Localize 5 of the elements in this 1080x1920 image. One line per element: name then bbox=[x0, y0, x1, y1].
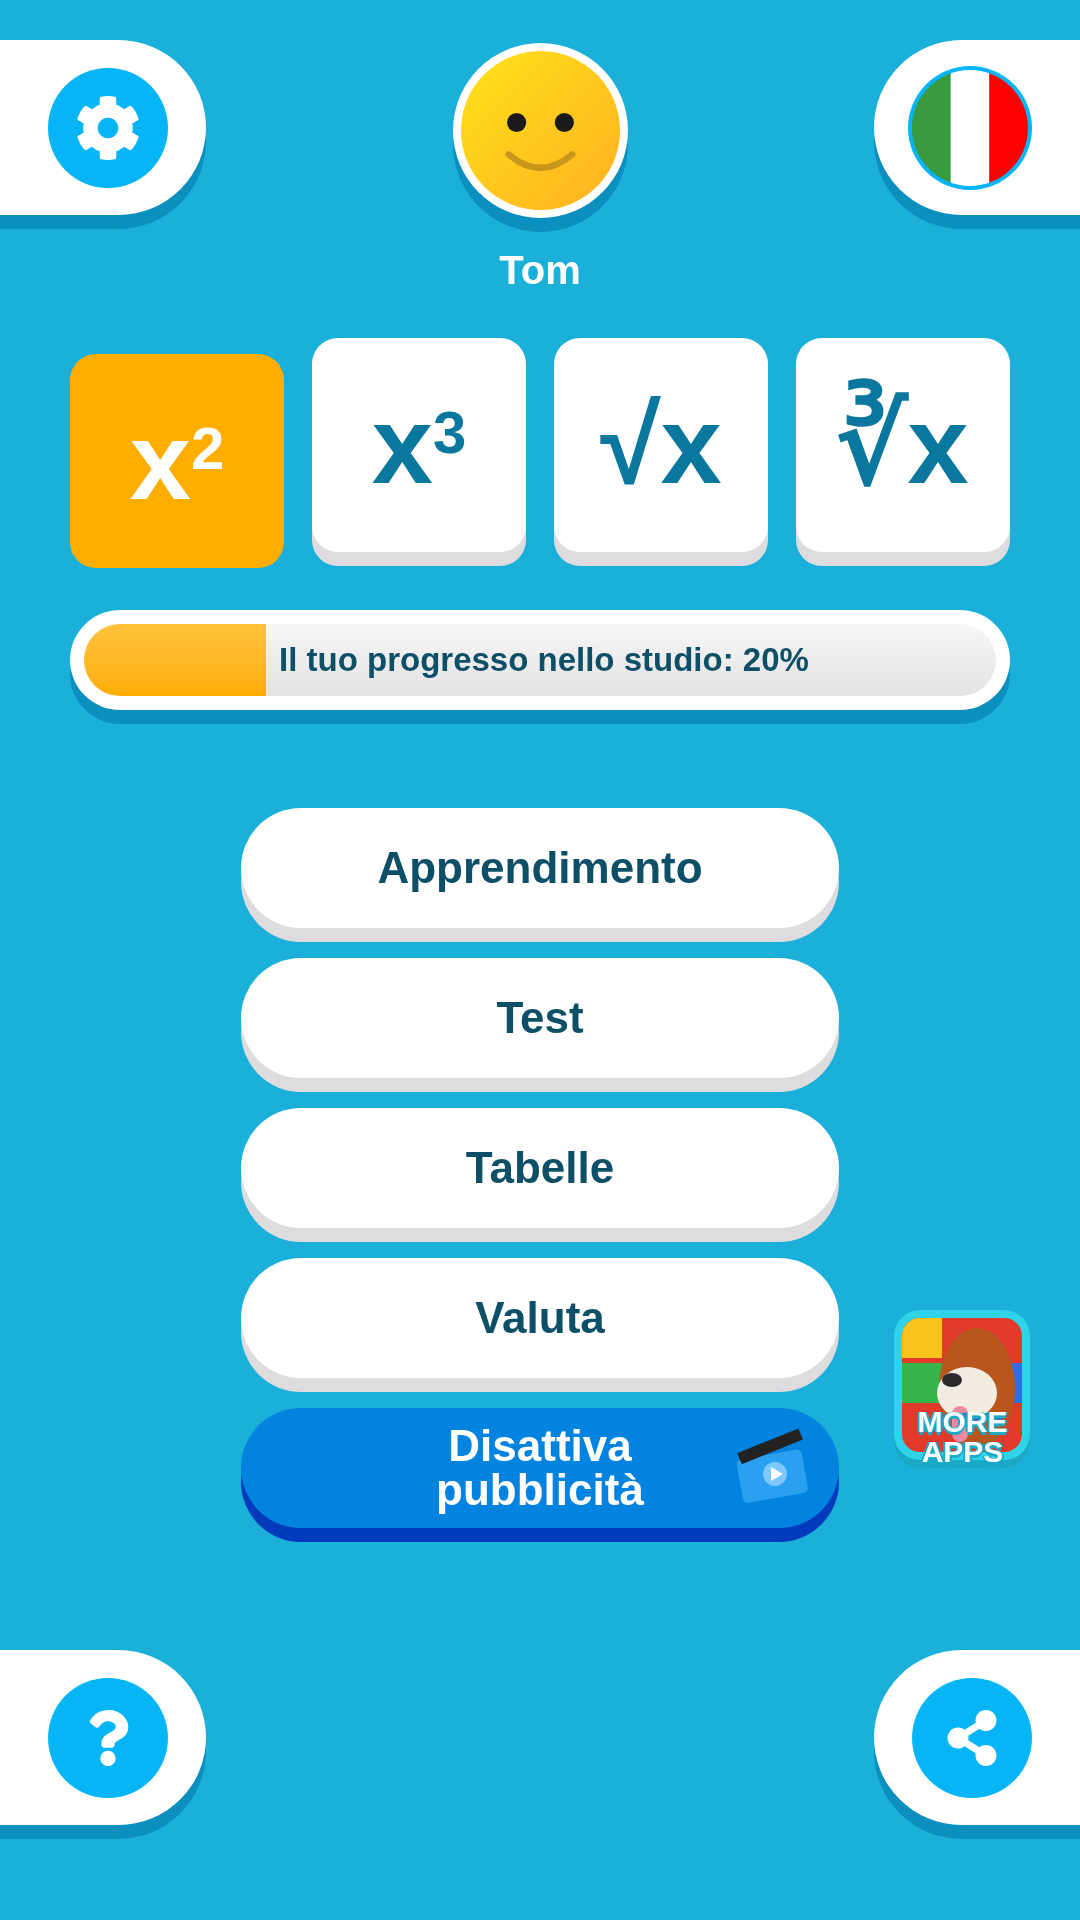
progress-label: Il tuo progresso nello studio: 20% bbox=[279, 640, 809, 681]
settings-icon bbox=[75, 94, 141, 161]
smiley-icon bbox=[460, 51, 620, 210]
flag-icon bbox=[912, 69, 1028, 186]
profile-name: Tom bbox=[499, 247, 581, 294]
